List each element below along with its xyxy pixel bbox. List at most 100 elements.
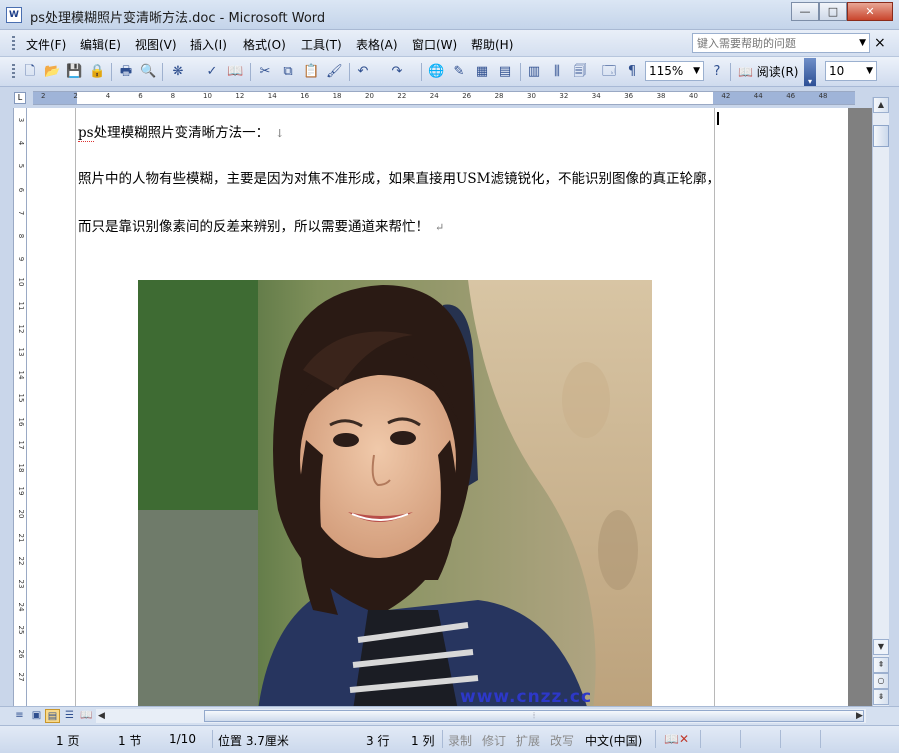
status-language[interactable]: 中文(中国): [585, 732, 642, 749]
show-hide-marks-icon[interactable]: ¶: [624, 64, 640, 80]
cut-icon[interactable]: ✂: [257, 64, 273, 80]
status-separator: [212, 730, 213, 748]
vertical-ruler[interactable]: 3 4 5 6 7 8 9 10 11 12 13 14 15 16 17 18 19 20 21 22 23 24 25 2…: [13, 108, 27, 706]
scroll-right-icon[interactable]: ▶: [856, 711, 863, 721]
paragraph-3[interactable]: 而只是靠识别像素间的反差来辨别，所以需要通道来帮忙！ ↵: [78, 215, 444, 235]
document-map-icon-2[interactable]: 🗔: [601, 64, 617, 80]
insert-table-icon[interactable]: ▦: [474, 64, 490, 80]
paragraph-2[interactable]: 照片中的人物有些模糊，主要是因为对焦不准形成，如果直接用USM滤镜锐化，不能识别…: [78, 167, 720, 187]
vertical-ruler-tick-label: 26: [17, 649, 25, 659]
status-bar: 1 页 1 节 1/10 位置 3.7厘米 3 行 1 列 录制 修订 扩展 改…: [0, 725, 899, 753]
research-icon[interactable]: ❋: [170, 64, 186, 80]
tables-borders-icon[interactable]: ✎: [451, 64, 467, 80]
photo-watermark: www.cnzz.cc: [460, 687, 592, 706]
format-painter-icon[interactable]: 🖌: [326, 64, 343, 80]
status-rec[interactable]: 录制: [448, 732, 472, 749]
redo-icon[interactable]: ↷: [389, 64, 405, 80]
menu-insert[interactable]: 插入(I): [190, 36, 227, 53]
menubar-grip[interactable]: [12, 36, 15, 51]
close-document-button[interactable]: ×: [874, 35, 886, 51]
menu-tools[interactable]: 工具(T): [301, 36, 342, 53]
minimize-button[interactable]: —: [791, 2, 819, 21]
menu-help[interactable]: 帮助(H): [471, 36, 513, 53]
web-view-icon[interactable]: ▣: [29, 709, 44, 723]
vertical-scroll-thumb[interactable]: [873, 125, 889, 147]
new-document-icon[interactable]: 🗋: [22, 64, 38, 80]
next-page-icon[interactable]: ⇟: [873, 689, 889, 705]
document-page[interactable]: ps处理模糊照片变清晰方法一： ↓ 照片中的人物有些模糊，主要是因为对焦不准形成，…: [27, 108, 872, 706]
help-search-box[interactable]: ▼: [692, 33, 870, 53]
vertical-scrollbar[interactable]: ▲ ▼ ⇞ ○ ⇟: [872, 97, 889, 707]
embedded-photo[interactable]: www.cnzz.cc: [138, 280, 652, 706]
ruler-tick-label: 48: [818, 92, 828, 100]
ruler-tick-label: 10: [203, 92, 212, 100]
horizontal-scroll-track[interactable]: ◀ ⦙ ▶: [96, 709, 866, 723]
chevron-down-icon[interactable]: ▼: [866, 66, 873, 76]
maximize-button[interactable]: □: [819, 2, 847, 21]
scroll-up-icon[interactable]: ▲: [873, 97, 889, 113]
chevron-down-icon[interactable]: ▼: [859, 38, 866, 48]
chevron-down-icon[interactable]: ▼: [693, 66, 700, 76]
line-break-mark: ↓: [275, 127, 285, 140]
vertical-ruler-tick-label: 7: [17, 210, 25, 216]
status-trk[interactable]: 修订: [482, 732, 506, 749]
hyperlink-icon[interactable]: 🌐: [428, 64, 444, 80]
reading-view-icon[interactable]: 📖: [79, 709, 94, 723]
scroll-down-icon[interactable]: ▼: [873, 639, 889, 655]
scroll-left-icon[interactable]: ◀: [98, 711, 105, 721]
spelling-icon[interactable]: ✓: [204, 64, 220, 80]
menu-file[interactable]: 文件(F): [26, 36, 66, 53]
select-browse-object-icon[interactable]: ○: [873, 673, 889, 689]
toolbar-separator: [250, 63, 251, 81]
copy-icon[interactable]: ⧉: [280, 64, 296, 80]
help-icon[interactable]: ?: [709, 64, 725, 80]
menu-window[interactable]: 窗口(W): [412, 36, 457, 53]
vertical-ruler-tick-label: 10: [17, 277, 25, 287]
status-ovr[interactable]: 改写: [550, 732, 574, 749]
status-separator: [442, 730, 443, 748]
toolbar-grip[interactable]: [12, 64, 15, 80]
open-folder-icon[interactable]: 📂: [44, 64, 60, 80]
ruler-tick-label: 20: [365, 92, 374, 100]
outline-view-icon[interactable]: ☰: [62, 709, 77, 723]
tab-selector[interactable]: L: [14, 92, 26, 104]
print-layout-view-icon[interactable]: ▤: [45, 709, 60, 723]
ruler-tick-label: 2: [73, 92, 78, 100]
status-position: 位置 3.7厘米: [218, 734, 289, 748]
menu-view[interactable]: 视图(V): [135, 36, 177, 53]
horizontal-ruler[interactable]: 2 2 4 6 8 10 12 14 16 18 20 22 24 26 28 30 32 34 36 38 40 42 4…: [33, 91, 855, 105]
menu-table[interactable]: 表格(A): [356, 36, 398, 53]
undo-icon[interactable]: ↶: [355, 64, 371, 80]
print-icon[interactable]: 🖶: [118, 64, 134, 80]
read-mode-button[interactable]: 📖 阅读(R): [738, 63, 798, 80]
toolbar-overflow-chevron-icon[interactable]: ▾: [804, 58, 816, 86]
font-size-select[interactable]: 10 ▼: [825, 61, 877, 81]
paragraph-1-text: 处理模糊照片变清晰方法一：: [93, 125, 270, 141]
right-margin-zone: [713, 92, 855, 104]
toolbar-separator: [730, 63, 731, 81]
document-map-icon[interactable]: 🗐: [572, 64, 588, 80]
previous-page-icon[interactable]: ⇞: [873, 657, 889, 673]
menu-edit[interactable]: 编辑(E): [80, 36, 121, 53]
paste-icon[interactable]: 📋: [303, 64, 319, 80]
drawing-icon[interactable]: ⫼: [549, 64, 565, 80]
paragraph-1[interactable]: ps处理模糊照片变清晰方法一： ↓: [78, 121, 285, 142]
zoom-select[interactable]: 115% ▼: [645, 61, 704, 81]
word-app-icon[interactable]: W: [6, 7, 22, 23]
spelling-status-icon[interactable]: 📖✕: [664, 732, 689, 746]
close-button[interactable]: ✕: [847, 2, 893, 21]
help-search-input[interactable]: [693, 34, 851, 52]
print-preview-icon[interactable]: 🔍: [140, 64, 156, 80]
normal-view-icon[interactable]: ≡: [12, 709, 27, 723]
ruler-tick-label: 6: [138, 92, 143, 100]
menu-format[interactable]: 格式(O): [243, 36, 286, 53]
photo-image: www.cnzz.cc: [138, 280, 652, 706]
status-ext[interactable]: 扩展: [516, 732, 540, 749]
columns-icon[interactable]: ▥: [526, 64, 542, 80]
research-book-icon[interactable]: 📖: [227, 64, 243, 80]
vertical-ruler-tick-label: 6: [17, 187, 25, 192]
insert-excel-icon[interactable]: ▤: [497, 64, 513, 80]
save-icon[interactable]: 💾: [66, 64, 82, 80]
permission-icon[interactable]: 🔒: [89, 64, 105, 80]
horizontal-scroll-thumb[interactable]: ⦙: [204, 710, 864, 722]
